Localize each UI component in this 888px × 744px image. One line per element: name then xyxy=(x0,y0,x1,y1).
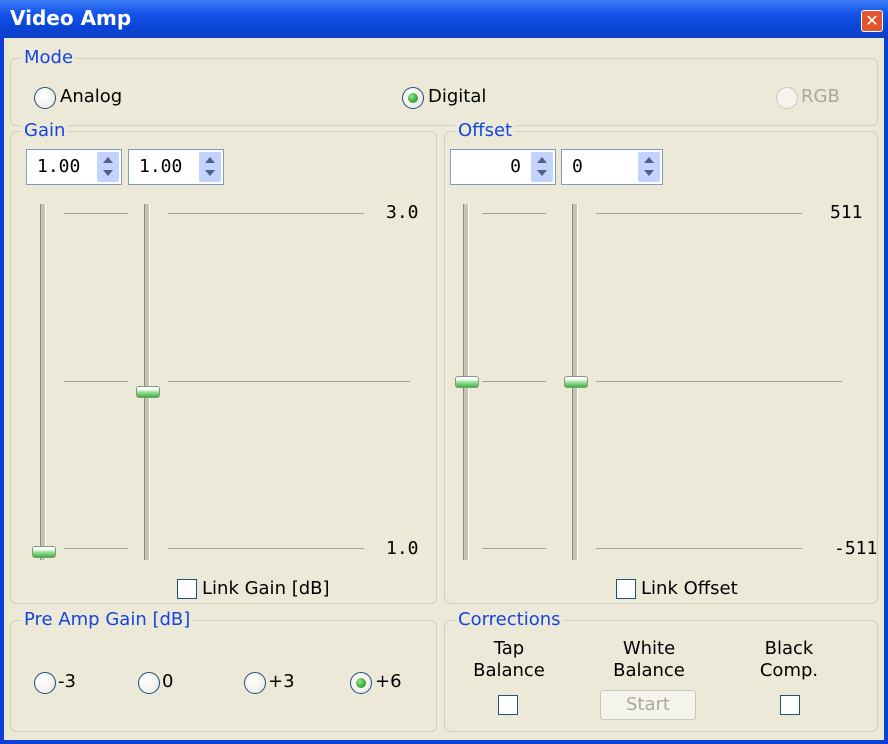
dialog-body: Mode Analog Digital RGB Gain 1.00 1.00 3… xyxy=(4,38,884,740)
gain-spin-1-value: 1.00 xyxy=(37,156,81,177)
offset-spin-2-value: 0 xyxy=(572,156,583,177)
corrections-group-label: Corrections xyxy=(455,609,564,631)
video-amp-window: Video Amp ✕ Mode Analog Digital RGB Gain… xyxy=(0,0,888,744)
gain-slider-1-track[interactable] xyxy=(40,204,46,560)
radio-preamp-plus6-label: +6 xyxy=(375,671,402,692)
gain-spin-1[interactable]: 1.00 xyxy=(26,149,122,185)
radio-preamp-0[interactable] xyxy=(138,672,160,694)
white-balance-line1: White xyxy=(622,638,676,659)
link-offset-label: Link Offset xyxy=(641,578,738,599)
scale-tick xyxy=(482,548,546,549)
tap-balance-line2: Balance xyxy=(473,660,545,681)
gain-spin-2[interactable]: 1.00 xyxy=(128,149,224,185)
scale-tick xyxy=(168,213,364,214)
radio-preamp-minus3[interactable] xyxy=(34,672,56,694)
radio-preamp-plus3[interactable] xyxy=(244,672,266,694)
radio-selected-dot xyxy=(408,93,418,103)
radio-preamp-plus3-label: +3 xyxy=(268,671,295,692)
tap-balance-line1: Tap xyxy=(493,638,525,659)
scale-tick xyxy=(482,381,546,382)
mode-group-label: Mode xyxy=(21,47,77,69)
radio-preamp-plus6[interactable] xyxy=(350,672,372,694)
scale-tick xyxy=(64,213,128,214)
radio-rgb-label: RGB xyxy=(801,86,840,107)
offset-slider-2-thumb[interactable] xyxy=(564,376,588,388)
black-comp-line2: Comp. xyxy=(759,660,819,681)
scale-tick xyxy=(596,548,802,549)
scale-tick xyxy=(168,548,364,549)
title-bar[interactable]: Video Amp ✕ xyxy=(0,0,888,38)
window-title: Video Amp xyxy=(10,6,132,30)
scale-tick xyxy=(64,381,128,382)
radio-digital[interactable] xyxy=(402,87,424,109)
link-gain-checkbox[interactable] xyxy=(177,579,197,599)
radio-preamp-0-label: 0 xyxy=(162,671,174,692)
gain-spin-2-value: 1.00 xyxy=(139,156,183,177)
radio-preamp-minus3-label: -3 xyxy=(58,671,76,692)
scale-tick xyxy=(168,381,410,382)
link-offset-checkbox[interactable] xyxy=(616,579,636,599)
preamp-group-label: Pre Amp Gain [dB] xyxy=(21,609,194,631)
radio-digital-label: Digital xyxy=(428,86,487,107)
spin-arrows-icon[interactable] xyxy=(638,152,660,182)
link-gain-label: Link Gain [dB] xyxy=(202,578,330,599)
spin-arrows-icon[interactable] xyxy=(199,152,221,182)
offset-scale-max: 511 xyxy=(830,202,863,223)
white-balance-line2: Balance xyxy=(613,660,685,681)
gain-slider-1-thumb[interactable] xyxy=(32,546,56,558)
offset-spin-1-value: 0 xyxy=(510,156,521,177)
gain-slider-2-track[interactable] xyxy=(144,204,150,560)
offset-group-label: Offset xyxy=(455,120,516,142)
tap-balance-checkbox[interactable] xyxy=(498,695,518,715)
gain-slider-2-thumb[interactable] xyxy=(136,386,160,399)
gain-group-label: Gain xyxy=(21,120,69,142)
scale-tick xyxy=(64,548,128,549)
spin-arrows-icon[interactable] xyxy=(531,152,553,182)
radio-rgb xyxy=(776,87,798,109)
white-balance-start-button[interactable]: Start xyxy=(600,690,696,720)
offset-slider-1-thumb[interactable] xyxy=(455,376,479,388)
offset-scale-min: -511 xyxy=(834,538,878,559)
scale-tick xyxy=(596,381,842,382)
scale-tick xyxy=(482,213,546,214)
spin-arrows-icon[interactable] xyxy=(97,152,119,182)
gain-group: Gain xyxy=(10,120,437,604)
offset-group: Offset xyxy=(444,120,878,604)
close-icon[interactable]: ✕ xyxy=(861,10,883,32)
black-comp-line1: Black xyxy=(764,638,814,659)
gain-scale-max: 3.0 xyxy=(386,202,419,223)
black-comp-checkbox[interactable] xyxy=(780,695,800,715)
offset-spin-2[interactable]: 0 xyxy=(561,149,663,185)
radio-analog-label: Analog xyxy=(60,86,123,107)
radio-selected-dot xyxy=(356,678,366,688)
scale-tick xyxy=(596,213,802,214)
offset-spin-1[interactable]: 0 xyxy=(450,149,556,185)
gain-scale-min: 1.0 xyxy=(386,538,419,559)
radio-analog[interactable] xyxy=(34,87,56,109)
